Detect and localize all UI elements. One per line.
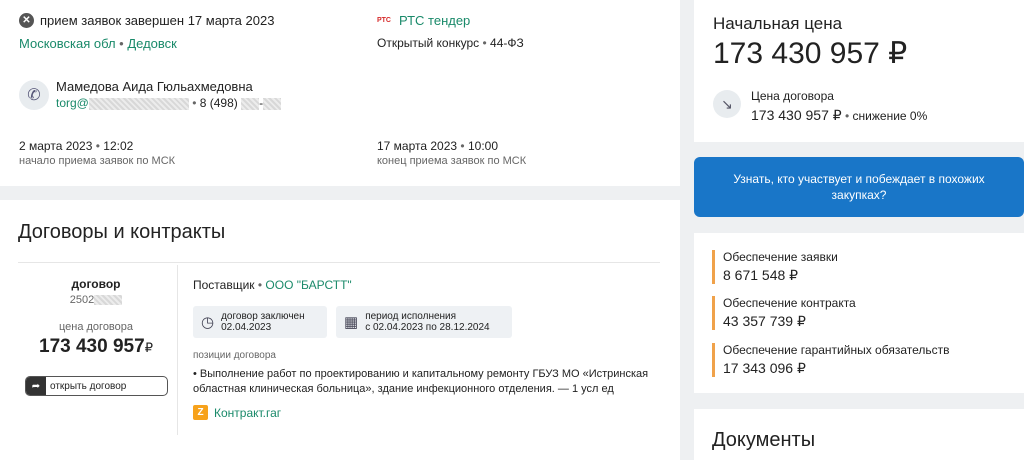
blurred-number: [94, 295, 123, 306]
contract-type: договор: [71, 277, 121, 291]
divider: [18, 262, 660, 263]
platform-link[interactable]: РТС тендер: [399, 13, 470, 28]
supplier-label: Поставщик: [193, 278, 255, 292]
contact-email[interactable]: torg@: [56, 96, 189, 110]
platform-line: РТС РТС тендер: [377, 13, 470, 28]
end-label: конец приема заявок по МСК: [377, 155, 527, 167]
documents-card: Документы: [694, 409, 1024, 460]
securities-card: Обеспечение заявки 8 671 548 ₽ Обеспечен…: [694, 233, 1024, 393]
contract-price-value: 173 430 957 ₽: [751, 107, 842, 123]
security-value: 8 671 548 ₽: [723, 267, 799, 283]
end-time: 10:00: [467, 139, 498, 153]
reduction-label: снижение 0%: [852, 109, 928, 123]
blurred-phone-part: [263, 97, 282, 110]
start-datetime: 2 марта 2023 • 12:02: [19, 139, 134, 153]
contract-price-label: цена договора: [58, 321, 134, 333]
contract-number-text: 2502: [69, 294, 95, 306]
signed-label: договор заключен: [221, 311, 305, 322]
price-card: Начальная цена 173 430 957 ₽ ↘ Цена дого…: [694, 0, 1024, 142]
contact-line: torg@ • 8 (498) -: [56, 96, 282, 110]
contract-price-value: 173 430 957: [39, 336, 145, 357]
closed-icon: ✕: [19, 13, 34, 28]
source-line: Z Контракт.гаг: [193, 405, 281, 420]
security-label: Обеспечение контракта: [723, 296, 856, 310]
status-text: прием заявок завершен 17 марта 2023: [40, 13, 275, 28]
documents-title: Документы: [712, 429, 816, 451]
supplier-line: Поставщик • ООО "БАРСТТ": [193, 278, 352, 292]
currency: ₽: [144, 340, 153, 355]
clock-icon: ◷: [201, 314, 215, 331]
rts-logo-icon: РТС: [377, 16, 391, 24]
supplier-link[interactable]: ООО "БАРСТТ": [265, 278, 351, 292]
contact-phone: 8 (498): [199, 96, 238, 110]
phone-icon: ✆: [19, 80, 49, 110]
price-trend-icon: ↘: [713, 90, 741, 118]
positions-label: позиции договора: [193, 350, 276, 361]
initial-price-label: Начальная цена: [713, 14, 843, 33]
city-link[interactable]: Дедовск: [127, 36, 177, 51]
period-label: период исполнения: [365, 311, 457, 322]
contract-price-line: 173 430 957 ₽ • снижение 0%: [751, 107, 928, 123]
end-datetime: 17 марта 2023 • 10:00: [377, 139, 498, 153]
position-description: • Выполнение работ по проектированию и к…: [193, 368, 649, 395]
arrow-right-icon: ➦: [26, 377, 46, 395]
contract-number: 2502: [18, 294, 174, 306]
kontrakt-logo-icon: Z: [193, 405, 208, 420]
region-link[interactable]: Московская обл: [19, 36, 116, 51]
open-contract-button[interactable]: ➦ открыть договор: [25, 376, 168, 396]
contracts-card: Договоры и контракты договор 2502 цена д…: [0, 200, 680, 460]
end-date: 17 марта 2023: [377, 139, 458, 153]
divider: [177, 265, 178, 435]
execution-period-pill: ▦ период исполнения с 02.04.2023 по 28.1…: [336, 306, 512, 338]
security-value: 17 343 096 ₽: [723, 360, 806, 376]
tender-summary-card: ✕ прием заявок завершен 17 марта 2023 Мо…: [0, 0, 680, 186]
procedure-type: Открытый конкурс: [377, 36, 480, 50]
source-link[interactable]: Контракт.гаг: [214, 406, 281, 420]
security-value: 43 357 739 ₽: [723, 313, 806, 329]
open-contract-label: открыть договор: [50, 380, 127, 392]
contact-name: Мамедова Аида Гюльахмедовна: [56, 79, 253, 94]
blurred-phone-part: [241, 97, 260, 110]
similar-purchases-button[interactable]: Узнать, кто участвует и побеждает в похо…: [694, 157, 1024, 217]
initial-price-value: 173 430 957 ₽: [713, 37, 908, 70]
region-line: Московская обл • Дедовск: [19, 36, 177, 51]
procedure-line: Открытый конкурс • 44-ФЗ: [377, 36, 524, 50]
security-label: Обеспечение заявки: [723, 250, 838, 264]
start-time: 12:02: [103, 139, 134, 153]
tender-status: ✕ прием заявок завершен 17 марта 2023: [19, 13, 274, 28]
signed-date: 02.04.2023: [221, 322, 272, 333]
security-item: Обеспечение контракта 43 357 739 ₽: [712, 296, 856, 330]
security-label: Обеспечение гарантийных обязательств: [723, 343, 950, 357]
law-label: 44-ФЗ: [490, 36, 524, 50]
contracts-title: Договоры и контракты: [18, 221, 226, 243]
contact-email-text: torg@: [56, 96, 89, 110]
security-item: Обеспечение заявки 8 671 548 ₽: [712, 250, 838, 284]
contract-price: 173 430 957₽: [18, 336, 174, 358]
contract-price-label: Цена договора: [751, 89, 834, 103]
start-label: начало приема заявок по МСК: [19, 155, 176, 167]
security-item: Обеспечение гарантийных обязательств 17 …: [712, 343, 950, 377]
start-date: 2 марта 2023: [19, 139, 93, 153]
contract-signed-pill: ◷ договор заключен 02.04.2023: [193, 306, 327, 338]
calendar-icon: ▦: [344, 314, 359, 331]
blurred-email: [88, 97, 189, 110]
period-value: с 02.04.2023 по 28.12.2024: [365, 322, 490, 333]
